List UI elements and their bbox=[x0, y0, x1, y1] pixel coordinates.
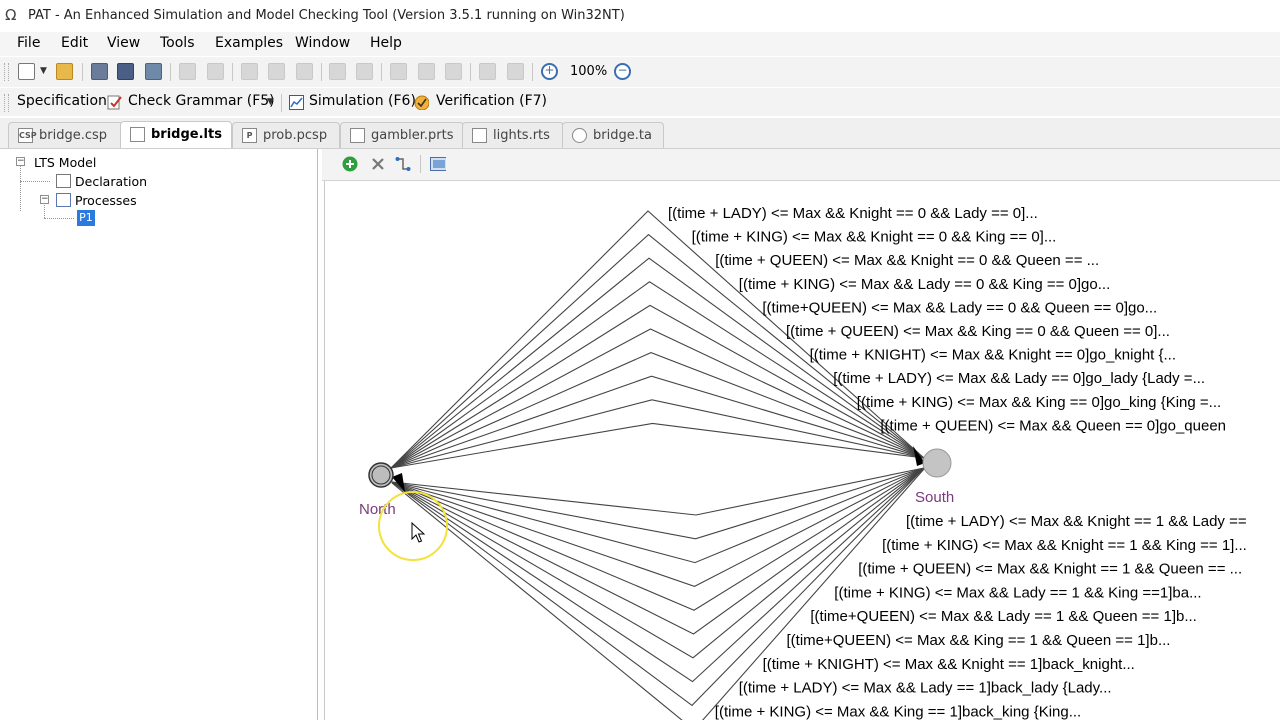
transition-label-back-0[interactable]: [(time + LADY) <= Max && Knight == 1 && … bbox=[906, 513, 1247, 530]
state-north[interactable] bbox=[368, 462, 394, 488]
transition-back-3[interactable] bbox=[391, 467, 925, 587]
transition-label-go-8[interactable]: [(time + KING) <= Max && King == 0]go_ki… bbox=[857, 394, 1221, 411]
transition-label-go-9[interactable]: [(time + QUEEN) <= Max && Queen == 0]go_… bbox=[880, 417, 1226, 434]
lts-graph: [(time + LADY) <= Max && Knight == 0 && … bbox=[359, 205, 1247, 720]
transition-label-back-8[interactable]: [(time + KING) <= Max && King == 1]back_… bbox=[715, 703, 1081, 720]
transition-label-go-7[interactable]: [(time + LADY) <= Max && Lady == 0]go_la… bbox=[833, 370, 1205, 387]
transition-label-back-4[interactable]: [(time+QUEEN) <= Max && Lady == 1 && Que… bbox=[810, 608, 1196, 625]
transition-go-9[interactable] bbox=[390, 422, 925, 469]
state-label-south: South bbox=[915, 489, 954, 506]
mouse-pointer-icon bbox=[411, 522, 425, 543]
transition-label-back-6[interactable]: [(time + KNIGHT) <= Max && Knight == 1]b… bbox=[763, 656, 1135, 673]
transition-label-back-2[interactable]: [(time + QUEEN) <= Max && Knight == 1 &&… bbox=[858, 561, 1242, 578]
transition-label-go-5[interactable]: [(time + QUEEN) <= Max && King == 0 && Q… bbox=[786, 323, 1170, 340]
state-south[interactable] bbox=[922, 448, 952, 478]
transition-label-back-3[interactable]: [(time + KING) <= Max && Lady == 1 && Ki… bbox=[834, 584, 1201, 601]
transition-label-go-1[interactable]: [(time + KING) <= Max && Knight == 0 && … bbox=[692, 229, 1057, 246]
transition-label-go-6[interactable]: [(time + KNIGHT) <= Max && Knight == 0]g… bbox=[810, 347, 1176, 364]
transition-label-go-3[interactable]: [(time + KING) <= Max && Lady == 0 && Ki… bbox=[739, 276, 1110, 293]
transition-label-back-1[interactable]: [(time + KING) <= Max && Knight == 1 && … bbox=[882, 537, 1247, 554]
transition-back-0[interactable] bbox=[391, 467, 925, 516]
transition-label-back-5[interactable]: [(time+QUEEN) <= Max && King == 1 && Que… bbox=[787, 632, 1171, 649]
transition-label-back-7[interactable]: [(time + LADY) <= Max && Lady == 1]back_… bbox=[739, 680, 1112, 697]
transition-label-go-4[interactable]: [(time+QUEEN) <= Max && Lady == 0 && Que… bbox=[762, 299, 1157, 316]
transition-label-go-2[interactable]: [(time + QUEEN) <= Max && Knight == 0 &&… bbox=[715, 252, 1099, 269]
transition-label-go-0[interactable]: [(time + LADY) <= Max && Knight == 0 && … bbox=[668, 205, 1038, 222]
transition-back-7[interactable] bbox=[391, 467, 925, 683]
